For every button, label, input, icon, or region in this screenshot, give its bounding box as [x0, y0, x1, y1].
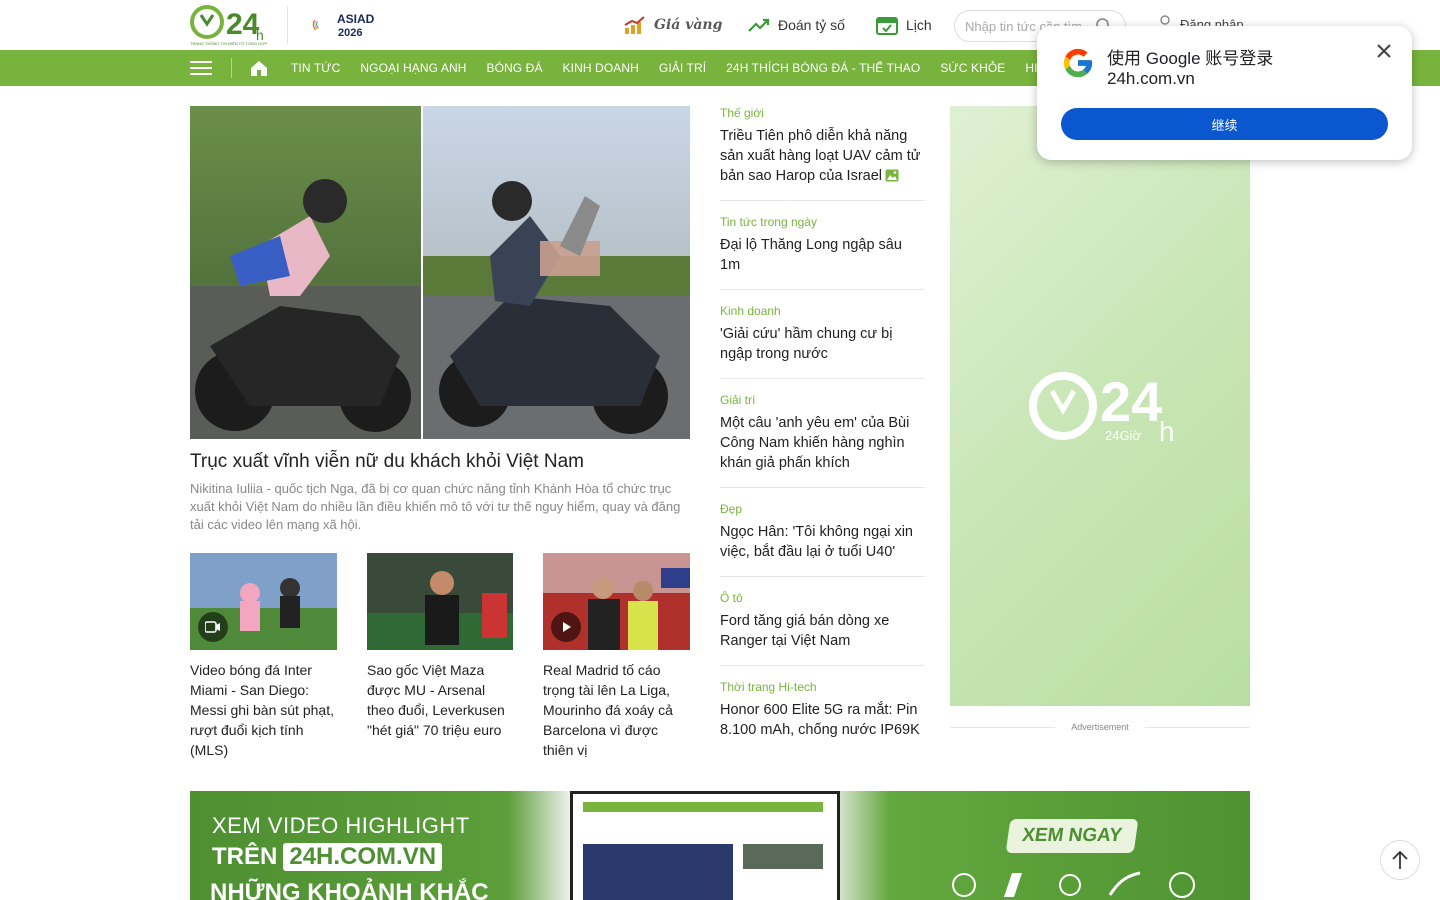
nav-items: TIN TỨC NGOẠI HẠNG ANH BÓNG ĐÁ KINH DOAN… [281, 50, 1085, 86]
list-title[interactable]: 'Giải cứu' hầm chung cư bị ngập trong nư… [720, 324, 925, 364]
guess-score-link[interactable]: Đoán tỷ số [748, 14, 845, 36]
list-item[interactable]: Sao gốc Việt Maza được MU - Arsenal theo… [367, 553, 513, 740]
svg-text:24: 24 [226, 8, 260, 41]
svg-text:h: h [1159, 416, 1175, 446]
list-category[interactable]: Kinh doanh [720, 304, 925, 318]
banner-line1: XEM VIDEO HIGHLIGHT [212, 813, 470, 838]
calendar-link[interactable]: Lịch [876, 14, 932, 36]
gold-price-label: Giá vàng [654, 17, 723, 33]
list-title[interactable]: Triều Tiên phô diễn khả năng sản xuất hà… [720, 126, 925, 186]
advertisement-banner[interactable]: 24 h 24Giờ [950, 106, 1250, 706]
list-item[interactable]: Giải trí Một câu 'anh yêu em' của Bùi Cô… [720, 393, 925, 488]
list-item[interactable]: Đẹp Ngọc Hân: 'Tôi không ngại xin việc, … [720, 502, 925, 577]
google-popup-site: 24h.com.vn [1107, 69, 1195, 88]
thumb-title[interactable]: Sao gốc Việt Maza được MU - Arsenal theo… [367, 660, 513, 740]
gold-price-link[interactable]: Giá vàng [624, 14, 722, 36]
list-item[interactable]: Ô tô Ford tăng giá bán dòng xe Ranger tạ… [720, 591, 925, 666]
nav-item-tin-tuc[interactable]: TIN TỨC [281, 61, 350, 75]
list-category[interactable]: Thế giới [720, 106, 925, 120]
list-title[interactable]: Một câu 'anh yêu em' của Bùi Công Nam kh… [720, 413, 925, 473]
gold-chart-icon [624, 16, 645, 34]
hero-title[interactable]: Trục xuất vĩnh viễn nữ du khách khỏi Việ… [190, 451, 690, 473]
asiad-year: 2026 [338, 27, 363, 39]
guess-score-label: Đoán tỷ số [778, 17, 845, 33]
arrow-up-icon [1392, 850, 1408, 869]
continue-button[interactable]: 继续 [1061, 108, 1388, 140]
logo-tagline: TRANG THÔNG TIN ĐIỆN TỬ TỔNG HỢP [190, 41, 268, 46]
banner-site-box: 24H.COM.VN [283, 843, 443, 871]
google-signin-popup: 使用 Google 账号登录 24h.com.vn 继续 [1037, 26, 1412, 160]
list-item[interactable]: Thời trang Hi-tech Honor 600 Elite 5G ra… [720, 680, 925, 754]
banner-line2-prefix: TRÊN [212, 843, 278, 870]
list-item[interactable]: Kinh doanh 'Giải cứu' hầm chung cư bị ng… [720, 304, 925, 379]
watch-now-button[interactable]: XEM NGAY [1005, 819, 1139, 853]
nav-divider [231, 58, 232, 78]
home-icon[interactable] [249, 58, 269, 78]
banner-screen-image [570, 791, 840, 900]
list-title[interactable]: Honor 600 Elite 5G ra mắt: Pin 8.100 mAh… [720, 700, 925, 740]
list-item[interactable]: Video bóng đá Inter Miami - San Diego: M… [190, 553, 337, 760]
list-item[interactable]: Tin tức trong ngày Đại lộ Thăng Long ngậ… [720, 215, 925, 290]
league-logos-icon [952, 871, 1195, 898]
list-title[interactable]: Ngọc Hân: 'Tôi không ngại xin việc, bắt … [720, 522, 925, 562]
list-title[interactable]: Đại lộ Thăng Long ngập sâu 1m [720, 235, 925, 275]
nav-item-ngoai-hang-anh[interactable]: NGOẠI HẠNG ANH [350, 61, 476, 75]
list-item[interactable]: Thế giới Triều Tiên phô diễn khả năng sả… [720, 106, 925, 201]
list-item[interactable]: Real Madrid tố cáo trọng tài lên La Liga… [543, 553, 690, 760]
google-popup-title: 使用 Google 账号登录 [1107, 49, 1274, 68]
list-category[interactable]: Giải trí [720, 393, 925, 407]
ad-label-wrap: Advertisement [950, 721, 1250, 735]
thumb-image[interactable] [367, 553, 513, 650]
play-icon [551, 612, 581, 642]
nav-item-kinh-doanh[interactable]: KINH DOANH [553, 61, 649, 75]
nav-item-bong-da[interactable]: BÓNG ĐÁ [477, 61, 553, 75]
back-to-top-button[interactable] [1380, 840, 1420, 880]
hero-image[interactable] [190, 106, 690, 439]
list-title[interactable]: Ford tăng giá bán dòng xe Ranger tại Việ… [720, 611, 925, 651]
banner-line3: NHỮNG KHOẢNH KHẮC [210, 879, 489, 900]
video-icon [198, 612, 228, 642]
list-category[interactable]: Thời trang Hi-tech [720, 680, 925, 694]
header-divider [287, 6, 288, 44]
list-category[interactable]: Ô tô [720, 591, 925, 605]
thumb-image[interactable] [543, 553, 690, 650]
ad-logo-sub: 24Giờ [1105, 428, 1141, 443]
nav-item-24h-thich-bong-da[interactable]: 24H THÍCH BÓNG ĐÁ - THỂ THAO [716, 61, 930, 75]
thumb-image[interactable] [190, 553, 337, 650]
highlight-banner[interactable]: XEM VIDEO HIGHLIGHT TRÊN 24H.COM.VN NHỮNG… [190, 791, 1250, 900]
news-list: Thế giới Triều Tiên phô diễn khả năng sả… [720, 106, 925, 768]
asiad-logo-icon[interactable] [312, 9, 336, 41]
nav-item-giai-tri[interactable]: GIẢI TRÍ [649, 61, 716, 75]
list-category[interactable]: Đẹp [720, 502, 925, 516]
asiad-title: ASIAD [337, 12, 375, 26]
google-logo-icon [1063, 48, 1093, 78]
list-category[interactable]: Tin tức trong ngày [720, 215, 925, 229]
banner-line2: TRÊN 24H.COM.VN [212, 843, 443, 871]
hamburger-menu-icon[interactable] [190, 61, 212, 75]
gallery-icon [885, 169, 899, 182]
svg-text:24: 24 [1100, 370, 1162, 433]
nav-item-suc-khoe[interactable]: SỨC KHỎE [930, 61, 1015, 75]
calendar-icon [876, 17, 898, 35]
hero-description: Nikitina Iuliia - quốc tịch Nga, đã bị c… [190, 481, 681, 532]
ad-label: Advertisement [1071, 722, 1129, 732]
thumb-title[interactable]: Video bóng đá Inter Miami - San Diego: M… [190, 660, 337, 760]
thumb-title[interactable]: Real Madrid tố cáo trọng tài lên La Liga… [543, 660, 690, 760]
close-icon[interactable] [1373, 40, 1395, 62]
trend-up-icon [748, 18, 770, 32]
calendar-label: Lịch [906, 17, 932, 33]
